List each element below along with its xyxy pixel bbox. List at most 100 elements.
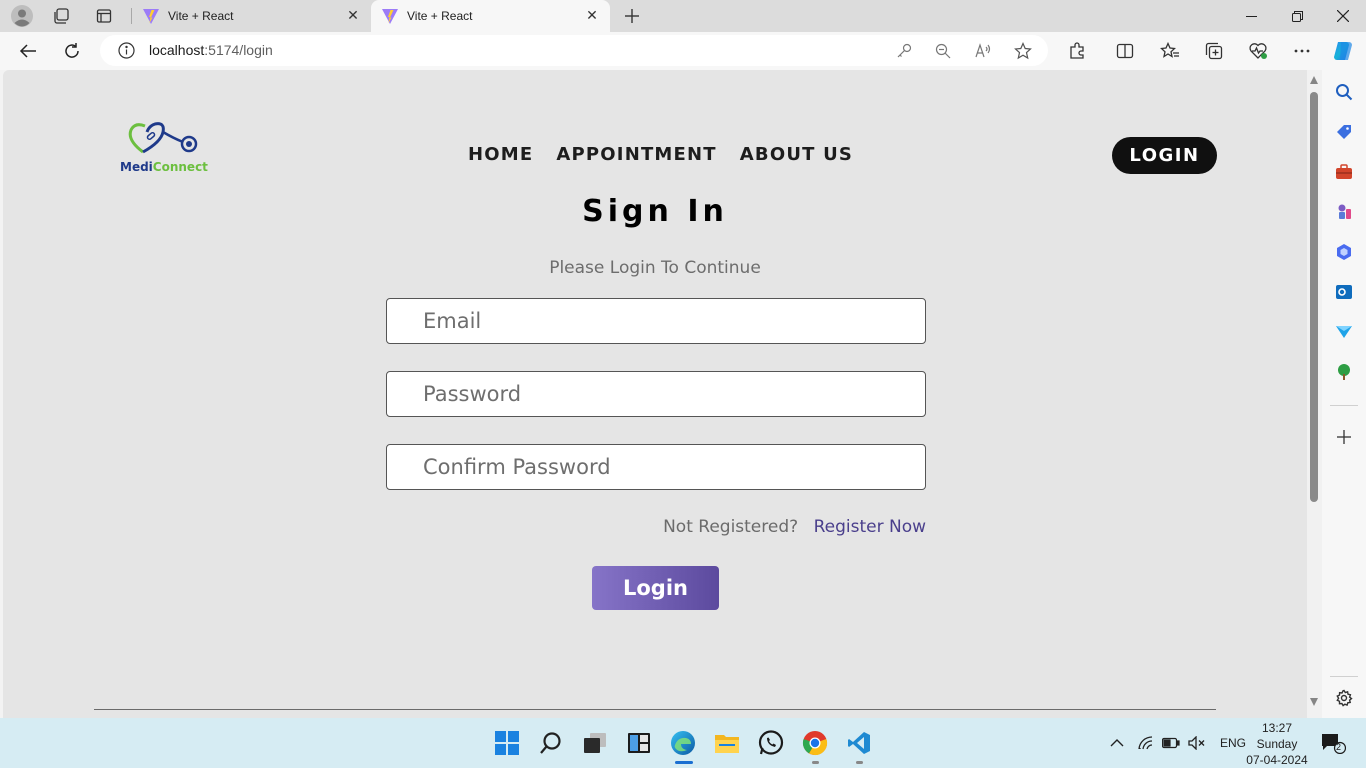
zoom-button[interactable] <box>933 41 953 61</box>
header-login-button[interactable]: LOGIN <box>1112 137 1217 174</box>
page-scrollbar[interactable] <box>1307 70 1322 718</box>
scrollbar-thumb[interactable] <box>1310 92 1318 502</box>
sidebar-divider <box>1330 676 1358 677</box>
close-tab-icon[interactable]: ✕ <box>345 8 361 24</box>
confirm-password-field[interactable] <box>386 444 926 490</box>
stethoscope-heart-logo-icon <box>128 122 198 154</box>
wifi-icon[interactable] <box>1138 736 1154 750</box>
nav-about-us[interactable]: ABOUT US <box>740 144 853 165</box>
star-icon <box>1014 42 1032 60</box>
tab-2-active[interactable]: Vite + React ✕ <box>371 0 610 32</box>
address-bar[interactable]: localhost:5174/login <box>100 35 1048 66</box>
show-hidden-icons-icon[interactable] <box>1110 738 1124 748</box>
toolbox-icon <box>1336 164 1352 179</box>
windows-taskbar: ENG 13:27 Sunday 07-04-2024 2 <box>0 718 1366 768</box>
sidebar-outlook[interactable] <box>1332 280 1356 304</box>
sidebar-divider <box>1330 405 1358 406</box>
extensions-button[interactable] <box>1063 37 1091 65</box>
split-screen-button[interactable] <box>1111 37 1139 65</box>
key-icon <box>897 43 912 58</box>
search-icon <box>1336 84 1353 101</box>
back-arrow-icon <box>19 44 36 58</box>
logo-text: MediConnect <box>120 160 208 174</box>
vite-favicon-icon <box>143 9 159 24</box>
minimize-icon <box>1245 15 1257 17</box>
sidebar-tools[interactable] <box>1332 160 1356 184</box>
restore-icon <box>1291 10 1303 22</box>
taskbar-whatsapp[interactable] <box>755 727 787 759</box>
site-info-icon[interactable] <box>118 42 135 59</box>
profile-button[interactable] <box>8 4 36 28</box>
taskbar-clock[interactable]: 13:27 Sunday 07-04-2024 <box>1240 720 1314 768</box>
refresh-icon <box>65 43 79 58</box>
edge-sidebar <box>1322 70 1366 718</box>
register-row: Not Registered? Register Now <box>663 517 926 537</box>
sidebar-send[interactable] <box>1332 320 1356 344</box>
workspaces-button[interactable] <box>48 4 76 28</box>
window-controls <box>1228 0 1366 32</box>
mediconnect-logo[interactable]: MediConnect <box>115 120 219 178</box>
page-subtitle: Please Login To Continue <box>549 258 761 278</box>
clock-day: Sunday <box>1256 737 1298 751</box>
scroll-up-arrow-icon[interactable] <box>1310 76 1318 84</box>
plus-icon <box>625 9 639 23</box>
folder-icon <box>715 735 739 753</box>
favorite-button[interactable] <box>1013 41 1033 61</box>
tab-1[interactable]: Vite + React ✕ <box>131 0 371 32</box>
sidebar-games[interactable] <box>1332 200 1356 224</box>
clock-date: 07-04-2024 <box>1246 753 1308 767</box>
browser-essentials-button[interactable] <box>1244 37 1272 65</box>
system-tray: ENG <box>1110 718 1246 768</box>
new-tab-button[interactable] <box>620 4 644 28</box>
back-button[interactable] <box>14 37 42 65</box>
plus-icon <box>1337 430 1351 444</box>
sidebar-settings[interactable] <box>1332 686 1356 710</box>
sidebar-add[interactable] <box>1332 425 1356 449</box>
login-submit-button[interactable]: Login <box>592 566 719 610</box>
page-title: Sign In <box>582 194 728 229</box>
settings-menu-button[interactable] <box>1288 37 1316 65</box>
favorites-icon <box>1160 42 1179 58</box>
email-field[interactable] <box>386 298 926 344</box>
password-field[interactable] <box>386 371 926 417</box>
sidebar-tree[interactable] <box>1332 360 1356 384</box>
taskbar-vscode[interactable] <box>843 727 875 759</box>
read-aloud-icon <box>975 43 991 58</box>
sidebar-search[interactable] <box>1332 80 1356 104</box>
restore-button[interactable] <box>1274 0 1320 32</box>
sidebar-copilot-365[interactable] <box>1332 240 1356 264</box>
nav-appointment[interactable]: APPOINTMENT <box>556 144 716 165</box>
volume-muted-icon[interactable] <box>1188 736 1206 750</box>
battery-icon[interactable] <box>1162 737 1180 749</box>
sidebar-shopping[interactable] <box>1332 120 1356 144</box>
nav-home[interactable]: HOME <box>468 144 533 165</box>
minimize-button[interactable] <box>1228 0 1274 32</box>
taskbar-search-button[interactable] <box>535 727 567 759</box>
vite-favicon-icon <box>382 9 398 24</box>
taskbar-file-explorer[interactable] <box>711 727 743 759</box>
notification-count: 2 <box>1336 742 1342 752</box>
zoom-out-icon <box>935 43 951 59</box>
start-button[interactable] <box>491 727 523 759</box>
collections-icon <box>1205 42 1223 60</box>
taskbar-chrome[interactable] <box>799 727 831 759</box>
tab-actions-button[interactable] <box>90 4 118 28</box>
close-icon <box>1337 10 1349 22</box>
read-aloud-button[interactable] <box>974 41 994 61</box>
notification-center-button[interactable]: 2 <box>1318 731 1348 755</box>
copilot-button[interactable] <box>1329 37 1357 65</box>
close-window-button[interactable] <box>1320 0 1366 32</box>
gear-icon <box>1336 689 1353 707</box>
register-now-link[interactable]: Register Now <box>814 517 926 537</box>
favorites-button[interactable] <box>1156 37 1184 65</box>
refresh-button[interactable] <box>58 37 86 65</box>
taskbar-edge[interactable] <box>667 727 699 759</box>
scroll-down-arrow-icon[interactable] <box>1310 698 1318 706</box>
search-icon <box>540 732 561 754</box>
password-key-button[interactable] <box>894 41 914 61</box>
collections-button[interactable] <box>1200 37 1228 65</box>
close-tab-icon[interactable]: ✕ <box>584 8 600 24</box>
task-view-button[interactable] <box>579 727 611 759</box>
widgets-button[interactable] <box>623 727 655 759</box>
tab-actions-icon <box>96 9 112 23</box>
